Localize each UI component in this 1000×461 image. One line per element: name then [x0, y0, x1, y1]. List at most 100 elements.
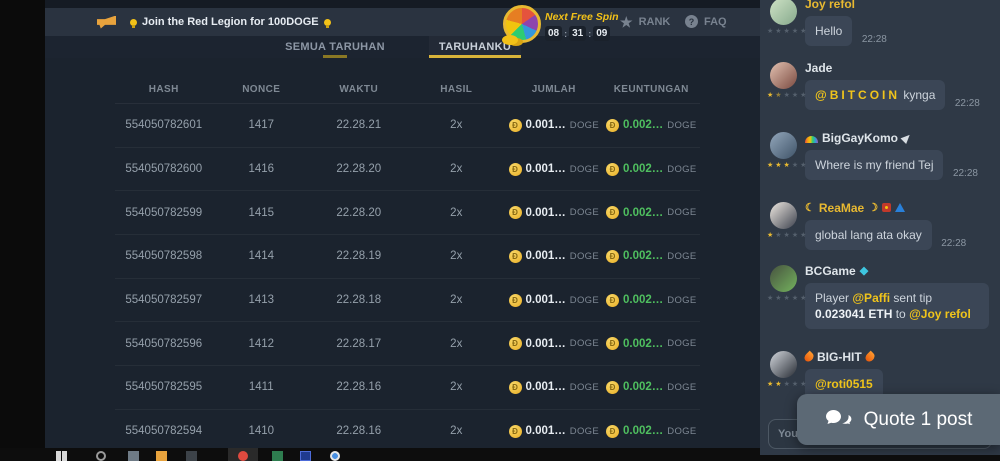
user-rating-stars: ★★★★★	[767, 380, 808, 388]
spin-wheel-icon[interactable]	[503, 5, 541, 43]
spin-label: Next Free Spin	[545, 11, 619, 23]
cell-profit: Đ 0.002… DOGE	[603, 425, 701, 438]
table-row[interactable]: 554050782596 1412 22.28.17 2x Đ 0.001… D…	[115, 322, 700, 366]
cell-time: 22.28.16	[310, 425, 408, 437]
table-row[interactable]: 554050782597 1413 22.28.18 2x Đ 0.001… D…	[115, 279, 700, 323]
table-row[interactable]: 554050782594 1410 22.28.16 2x Đ 0.001… D…	[115, 410, 700, 448]
cell-hash: 554050782595	[115, 381, 213, 393]
quote-post-label: Quote 1 post	[864, 409, 973, 431]
mention-link[interactable]: @BITCOIN	[815, 88, 900, 102]
cell-amount: Đ 0.001… DOGE	[505, 381, 603, 394]
cell-nonce: 1417	[213, 119, 311, 131]
amount-unit: DOGE	[570, 120, 599, 131]
cell-hash: 554050782596	[115, 338, 213, 350]
user-rating-stars: ★★★★★	[767, 91, 808, 99]
cell-amount: Đ 0.001… DOGE	[505, 337, 603, 350]
profit-value: 0.002…	[623, 163, 663, 175]
profit-unit: DOGE	[667, 426, 696, 437]
cell-hash: 554050782600	[115, 163, 213, 175]
amount-unit: DOGE	[570, 338, 599, 349]
amount-value: 0.001…	[526, 294, 566, 306]
amount-value: 0.001…	[526, 338, 566, 350]
cell-amount: Đ 0.001… DOGE	[505, 425, 603, 438]
cell-amount: Đ 0.001… DOGE	[505, 119, 603, 132]
table-row[interactable]: 554050782598 1414 22.28.19 2x Đ 0.001… D…	[115, 235, 700, 279]
search-icon[interactable]	[96, 451, 106, 461]
doge-coin-icon: Đ	[509, 381, 522, 394]
cell-amount: Đ 0.001… DOGE	[505, 250, 603, 263]
task-view-icon[interactable]	[128, 451, 139, 461]
bulb-icon	[130, 19, 137, 26]
rank-label: RANK	[639, 16, 671, 28]
timer-hours: 08	[545, 26, 562, 41]
chat-message: ★★★★★ Joy refol Hello 22:28	[760, 0, 1000, 46]
cell-time: 22.28.16	[310, 381, 408, 393]
avatar[interactable]	[770, 351, 797, 378]
announcement-text: Join the Red Legion for 100DOGE	[142, 16, 319, 28]
quote-post-button[interactable]: Quote 1 post	[797, 394, 1000, 445]
cell-time: 22.28.20	[310, 207, 408, 219]
profit-value: 0.002…	[623, 250, 663, 262]
faq-label: FAQ	[704, 16, 727, 28]
profit-unit: DOGE	[667, 338, 696, 349]
chat-username[interactable]: BCGame ◆	[805, 263, 994, 278]
avatar[interactable]	[770, 265, 797, 292]
app-icon[interactable]	[238, 451, 248, 461]
amount-value: 0.001…	[526, 207, 566, 219]
mention-link[interactable]: @Paffi	[852, 291, 890, 305]
mention-link[interactable]: @roti0515	[815, 377, 873, 391]
announcement-banner: Join the Red Legion for 100DOGE Next Fre…	[45, 8, 760, 36]
chat-username[interactable]: BIG-HIT	[805, 349, 994, 364]
cell-profit: Đ 0.002… DOGE	[603, 337, 701, 350]
avatar[interactable]	[770, 0, 797, 25]
word-icon[interactable]	[300, 451, 311, 461]
column-header: WAKTU	[310, 84, 408, 95]
chat-bubble: Hello	[805, 16, 852, 46]
table-row[interactable]: 554050782601 1417 22.28.21 2x Đ 0.001… D…	[115, 104, 700, 148]
app-icon[interactable]	[186, 451, 197, 461]
cell-amount: Đ 0.001… DOGE	[505, 163, 603, 176]
doge-coin-icon: Đ	[606, 425, 619, 438]
bets-tab-bar: SEMUA TARUHAN TARUHANKU	[45, 36, 760, 58]
doge-coin-icon: Đ	[509, 294, 522, 307]
table-row[interactable]: 554050782599 1415 22.28.20 2x Đ 0.001… D…	[115, 191, 700, 235]
start-button-icon[interactable]	[56, 451, 67, 461]
free-spin-widget[interactable]: Next Free Spin 08 : 31 : 09	[503, 5, 619, 43]
amount-value: 0.001…	[526, 163, 566, 175]
tab-all-bets[interactable]: SEMUA TARUHAN	[273, 36, 397, 58]
rainbow-icon	[805, 136, 818, 143]
chat-username[interactable]: BigGayKomo	[805, 130, 994, 145]
excel-icon[interactable]	[272, 451, 283, 461]
profit-value: 0.002…	[623, 381, 663, 393]
profit-value: 0.002…	[623, 207, 663, 219]
banner-announcement[interactable]: Join the Red Legion for 100DOGE	[130, 16, 331, 28]
profit-unit: DOGE	[667, 382, 696, 393]
table-row[interactable]: 554050782595 1411 22.28.16 2x Đ 0.001… D…	[115, 366, 700, 410]
avatar[interactable]	[770, 62, 797, 89]
rank-button[interactable]: ★ RANK	[620, 15, 670, 29]
message-time: 22:28	[862, 34, 887, 46]
amount-unit: DOGE	[570, 426, 599, 437]
amount-unit: DOGE	[570, 164, 599, 175]
avatar[interactable]	[770, 132, 797, 159]
file-explorer-icon[interactable]	[156, 451, 167, 461]
browser-icon[interactable]	[330, 451, 340, 461]
chat-username[interactable]: Joy refol	[805, 0, 994, 11]
doge-coin-icon: Đ	[606, 294, 619, 307]
column-header: KEUNTUNGAN	[603, 84, 701, 95]
faq-button[interactable]: ? FAQ	[685, 15, 727, 28]
avatar[interactable]	[770, 202, 797, 229]
amount-unit: DOGE	[570, 382, 599, 393]
profit-value: 0.002…	[623, 294, 663, 306]
chat-username[interactable]: ☾ ReaMae ☽	[805, 200, 994, 215]
amount-unit: DOGE	[570, 207, 599, 218]
cell-nonce: 1411	[213, 381, 311, 393]
cell-hash: 554050782598	[115, 250, 213, 262]
mention-link[interactable]: @Joy refol	[909, 307, 971, 321]
cell-amount: Đ 0.001… DOGE	[505, 294, 603, 307]
cell-result: 2x	[408, 207, 506, 219]
cell-profit: Đ 0.002… DOGE	[603, 250, 701, 263]
table-row[interactable]: 554050782600 1416 22.28.20 2x Đ 0.001… D…	[115, 148, 700, 192]
doge-coin-icon: Đ	[509, 119, 522, 132]
chat-username[interactable]: Jade	[805, 60, 994, 75]
